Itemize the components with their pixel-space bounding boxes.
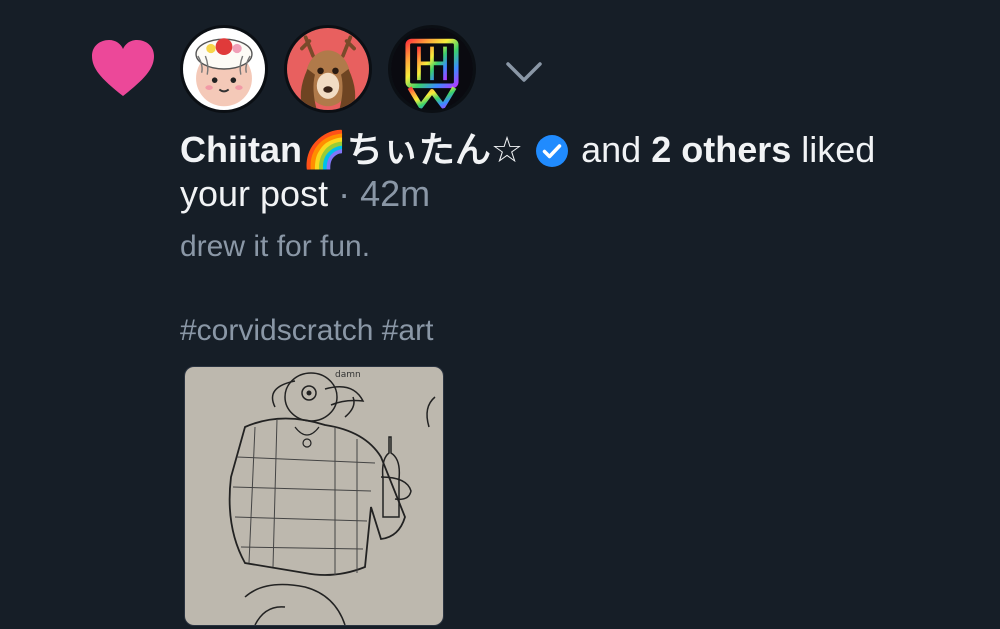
avatar-rainbow-logo[interactable] bbox=[388, 25, 476, 113]
post-image-thumbnail[interactable]: damn bbox=[184, 366, 444, 626]
hashtag-link[interactable]: #corvidscratch bbox=[180, 314, 373, 347]
svg-text:damn: damn bbox=[335, 370, 361, 380]
liker-avatars bbox=[180, 25, 492, 113]
hashtag-link[interactable]: #art bbox=[382, 314, 434, 347]
connector-text: and bbox=[581, 129, 652, 170]
heart-icon bbox=[92, 40, 154, 96]
post-hashtags: #corvidscratch #art bbox=[180, 312, 433, 350]
avatar-chiitan[interactable] bbox=[180, 25, 268, 113]
others-link[interactable]: 2 others bbox=[651, 129, 791, 170]
liker-name[interactable]: Chiitan🌈ちぃたん☆ bbox=[180, 129, 523, 170]
like-notification[interactable]: Chiitan🌈ちぃたん☆ and 2 others liked your po… bbox=[0, 0, 1000, 629]
chevron-down-icon[interactable] bbox=[500, 52, 548, 92]
notification-headline: Chiitan🌈ちぃたん☆ and 2 others liked your po… bbox=[180, 128, 970, 216]
action-text: liked bbox=[791, 129, 876, 170]
verified-check-icon bbox=[536, 135, 569, 167]
timestamp: 42m bbox=[360, 173, 431, 214]
post-text: drew it for fun. bbox=[180, 230, 371, 263]
separator: · bbox=[328, 173, 361, 214]
action-text-line2: your post bbox=[180, 173, 329, 214]
avatar-deer[interactable] bbox=[284, 25, 372, 113]
crow-sketch-image: damn bbox=[185, 367, 443, 625]
